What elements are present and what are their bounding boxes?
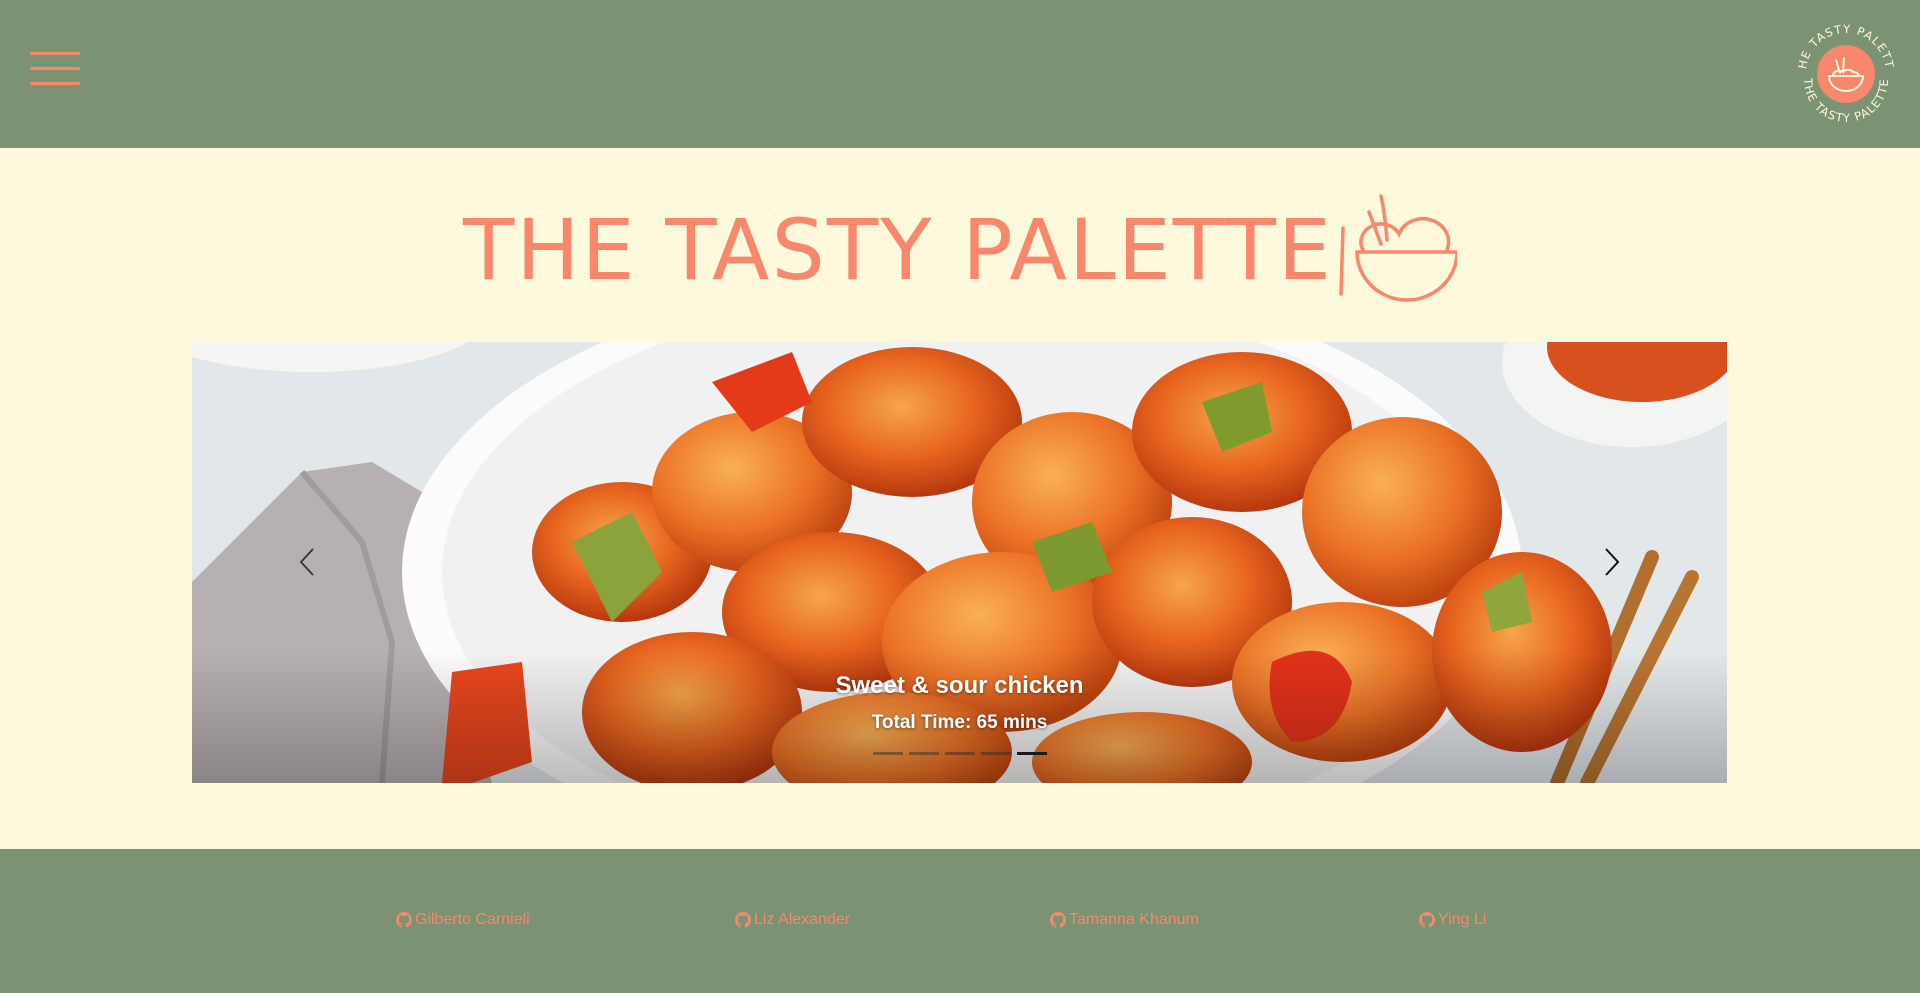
footer: Gilberto Carnieli Liz Alexander Tamanna … <box>0 849 1920 993</box>
carousel-indicator-4[interactable] <box>980 752 1011 755</box>
carousel-indicators <box>192 752 1727 755</box>
chevron-right-icon <box>1605 548 1620 576</box>
carousel-indicator-3[interactable] <box>944 752 975 755</box>
contributor-name: Ying Li <box>1438 911 1487 928</box>
github-icon <box>1419 912 1435 928</box>
carousel-indicator-5[interactable] <box>1016 752 1047 755</box>
contributor-name: Liz Alexander <box>754 911 851 928</box>
slide-title: Sweet & sour chicken <box>835 672 1084 699</box>
contributor-link-liz-alexander[interactable]: Liz Alexander <box>735 911 850 929</box>
site-title-row: THE TASTY PALETTE <box>0 190 1920 310</box>
carousel-prev-button[interactable] <box>277 532 337 592</box>
github-icon <box>735 912 751 928</box>
github-icon <box>396 912 412 928</box>
carousel-indicator-2[interactable] <box>908 752 939 755</box>
hamburger-menu-icon[interactable] <box>30 52 80 86</box>
slide-total-time: Total Time: 65 mins <box>871 712 1048 733</box>
chevron-left-icon <box>299 548 314 576</box>
github-icon <box>1050 912 1066 928</box>
logo-badge[interactable]: THE TASTY PALETTE THE TASTY PALETTE <box>1792 18 1900 128</box>
recipe-carousel[interactable]: Sweet & sour chicken Total Time: 65 mins <box>192 342 1727 783</box>
carousel-indicator-1[interactable] <box>872 752 903 755</box>
contributor-link-tamanna-khanum[interactable]: Tamanna Khanum <box>1050 911 1199 929</box>
contributor-link-gilberto-carnieli[interactable]: Gilberto Carnieli <box>396 911 530 929</box>
contributor-name: Tamanna Khanum <box>1069 911 1199 928</box>
carousel-next-button[interactable] <box>1582 532 1642 592</box>
bowl-with-chopsticks-icon <box>1339 194 1457 302</box>
contributor-link-ying-li[interactable]: Ying Li <box>1419 911 1486 929</box>
site-title: THE TASTY PALETTE <box>463 201 1333 299</box>
top-navbar: THE TASTY PALETTE THE TASTY PALETTE <box>0 0 1920 148</box>
contributor-name: Gilberto Carnieli <box>415 911 530 928</box>
